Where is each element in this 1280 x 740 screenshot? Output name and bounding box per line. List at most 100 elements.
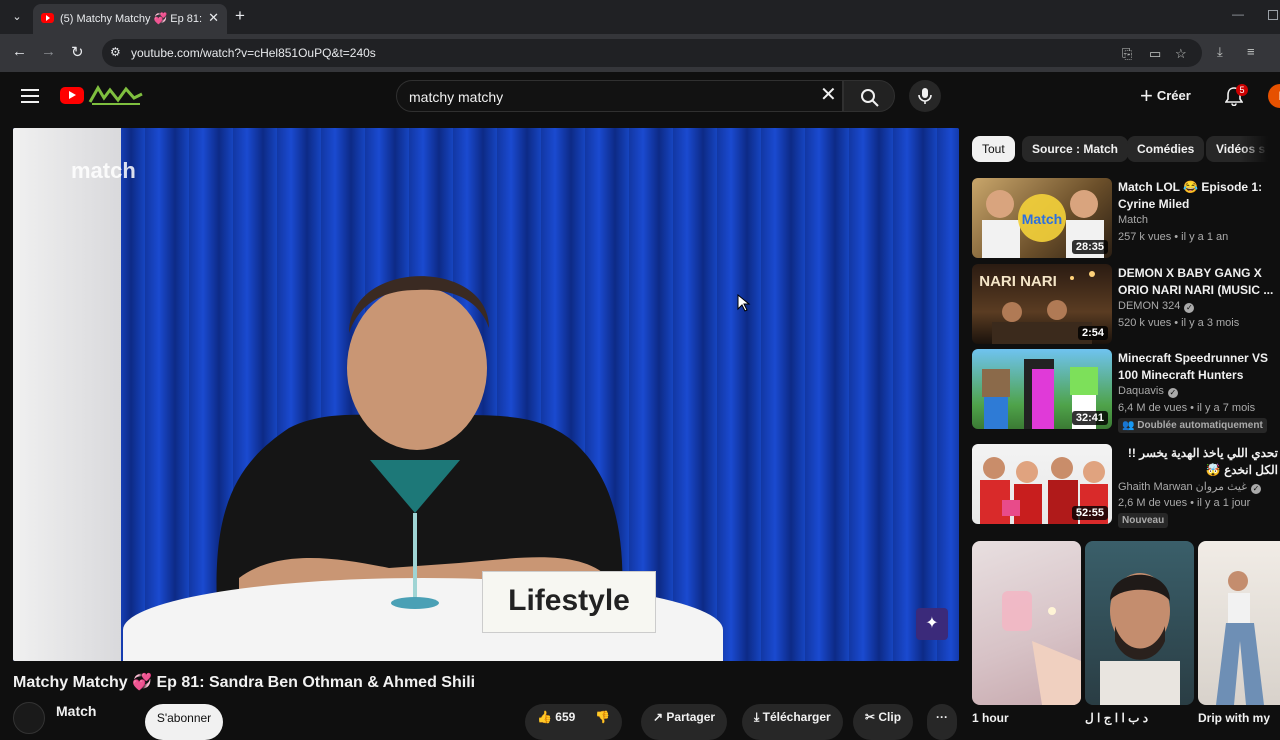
- youtube-favicon-icon: [41, 13, 54, 23]
- search-icon: [861, 89, 879, 107]
- recommendation-meta: 257 k vues • il y a 1 an: [1118, 231, 1229, 243]
- search-button[interactable]: [843, 80, 895, 112]
- reading-list-icon[interactable]: ≡: [1247, 44, 1255, 59]
- video-player[interactable]: match Lifestyle ✦: [13, 128, 959, 661]
- short-thumbnail[interactable]: [1085, 541, 1194, 705]
- plus-icon: +: [1140, 83, 1153, 108]
- short-thumbnail[interactable]: [972, 541, 1081, 705]
- clear-search-icon[interactable]: ✕: [820, 83, 837, 107]
- forward-arrow-icon[interactable]: →: [41, 43, 56, 60]
- back-arrow-icon[interactable]: ←: [12, 43, 27, 60]
- chips-scroll-fade: [1240, 130, 1280, 168]
- channel-label: DEMON 324: [1118, 300, 1181, 312]
- download-label: Télécharger: [762, 710, 831, 724]
- short-artwork: [1002, 591, 1081, 705]
- subscribe-button[interactable]: S'abonner: [145, 704, 223, 740]
- url-text[interactable]: youtube.com/watch?v=cHel851OuPQ&t=240s: [131, 46, 376, 60]
- video-thumbnail[interactable]: Match 28:35: [972, 178, 1112, 258]
- create-button[interactable]: + Créer: [1140, 83, 1191, 109]
- short-artwork: [1216, 571, 1264, 705]
- share-button[interactable]: ↗ Partager: [641, 704, 728, 740]
- channel-avatar[interactable]: [13, 702, 45, 734]
- like-button[interactable]: 👍 659 👎: [525, 704, 623, 740]
- recommendation-title[interactable]: Minecraft Speedrunner VS 100 Minecraft H…: [1118, 350, 1280, 384]
- badge-label: Doublée automatiquement: [1137, 420, 1263, 431]
- browser-tab[interactable]: (5) Matchy Matchy 💞 Ep 81: S ✕: [33, 4, 227, 34]
- video-title: Matchy Matchy 💞 Ep 81: Sandra Ben Othman…: [13, 674, 476, 691]
- reload-icon[interactable]: ↻: [71, 43, 84, 61]
- minimize-window-icon[interactable]: —: [1232, 7, 1244, 21]
- download-icon[interactable]: ⤓: [1217, 44, 1223, 60]
- tab-close-icon[interactable]: ✕: [208, 10, 219, 26]
- download-button[interactable]: ⤓ Télécharger: [742, 704, 843, 740]
- short-title[interactable]: 1 hour: [972, 711, 1009, 725]
- youtube-logo-icon[interactable]: [60, 87, 84, 104]
- hamburger-menu-icon[interactable]: [21, 89, 39, 103]
- recommendation-channel[interactable]: Daquavis ✓: [1118, 385, 1178, 398]
- recommendation-item[interactable]: 32:41 Minecraft Speedrunner VS 100 Minec…: [972, 349, 1280, 433]
- recommendation-title[interactable]: DEMON X BABY GANG X ORIO NARI NARI (MUSI…: [1118, 265, 1280, 299]
- recommendation-title[interactable]: تحدي اللي ياخذ الهدية يخسر !! الكل انخدع…: [1118, 445, 1278, 479]
- recommendation-meta: 2,6 M de vues • il y a 1 jour: [1118, 497, 1251, 509]
- video-duration: 32:41: [1071, 411, 1108, 425]
- video-thumbnail[interactable]: NARI NARI 2:54: [972, 264, 1112, 344]
- youtube-doodle-logo[interactable]: [88, 84, 144, 106]
- short-title[interactable]: د ب ا ا ج ا ل: [1085, 711, 1194, 725]
- recommendation-meta: 6,4 M de vues • il y a 7 mois: [1118, 402, 1256, 414]
- recommendation-meta: 520 k vues • il y a 3 mois: [1118, 317, 1240, 329]
- auto-dubbed-badge: 👥 Doublée automatiquement: [1118, 418, 1267, 433]
- channel-watermark: match: [71, 158, 136, 183]
- notification-count-badge: 5: [1236, 84, 1248, 96]
- handshake-logo-icon: ✦: [916, 608, 948, 640]
- tab-title: (5) Matchy Matchy 💞 Ep 81: S: [60, 13, 202, 25]
- clip-button[interactable]: ✂ Clip: [853, 704, 914, 740]
- verified-check-icon: ✓: [1184, 303, 1195, 313]
- recommendation-channel[interactable]: Match: [1118, 214, 1148, 226]
- address-bar[interactable]: ⚙ youtube.com/watch?v=cHel851OuPQ&t=240s…: [102, 39, 1202, 67]
- short-artwork: [1100, 573, 1180, 705]
- share-label: Partager: [666, 710, 716, 724]
- nameplate-sign: Lifestyle: [482, 571, 656, 633]
- chip-all[interactable]: Tout: [972, 136, 1015, 162]
- recommendation-title[interactable]: Match LOL 😂 Episode 1: Cyrine Miled: [1118, 179, 1280, 213]
- short-thumbnail[interactable]: [1198, 541, 1280, 705]
- recommendation-item[interactable]: 52:55 تحدي اللي ياخذ الهدية يخسر !! الكل…: [972, 444, 1280, 528]
- new-tab-button[interactable]: +: [235, 6, 245, 26]
- chip-source-match[interactable]: Source : Match: [1022, 136, 1129, 162]
- site-info-icon[interactable]: ⚙: [110, 45, 121, 59]
- create-label: Créer: [1156, 88, 1191, 103]
- like-count: 659: [555, 710, 576, 724]
- chip-comedies[interactable]: Comédies: [1127, 136, 1205, 162]
- new-badge: Nouveau: [1118, 513, 1169, 528]
- channel-name[interactable]: Match: [56, 703, 96, 719]
- voice-search-button[interactable]: [909, 80, 941, 112]
- more-actions-button[interactable]: ···: [927, 704, 957, 740]
- svg-text:Match: Match: [1022, 211, 1062, 227]
- bookmark-star-icon[interactable]: ☆: [1175, 46, 1187, 62]
- cast-icon[interactable]: ▭: [1149, 46, 1161, 62]
- video-duration: 2:54: [1077, 326, 1108, 340]
- svg-text:NARI NARI: NARI NARI: [979, 273, 1057, 290]
- recommendation-item[interactable]: Match 28:35 Match LOL 😂 Episode 1: Cyrin…: [972, 178, 1280, 258]
- mouse-cursor-icon: [737, 294, 751, 312]
- search-input[interactable]: [409, 87, 809, 107]
- share-icon: ↗: [653, 710, 667, 724]
- verified-check-icon: ✓: [1251, 484, 1261, 494]
- maximize-window-icon[interactable]: [1268, 10, 1278, 20]
- microphone-icon: [918, 88, 932, 104]
- search-box[interactable]: [396, 80, 843, 112]
- verified-check-icon: ✓: [1167, 388, 1178, 398]
- video-thumbnail[interactable]: 52:55: [972, 444, 1112, 524]
- translate-icon[interactable]: ⎘: [1122, 46, 1132, 62]
- scissors-icon: ✂: [865, 710, 879, 724]
- recommendation-channel[interactable]: DEMON 324 ✓: [1118, 300, 1195, 313]
- video-frame-glass: [370, 460, 460, 609]
- video-thumbnail[interactable]: 32:41: [972, 349, 1112, 429]
- thumbs-down-icon[interactable]: 👎: [595, 710, 610, 724]
- video-duration: 28:35: [1071, 240, 1108, 254]
- short-title[interactable]: Drip with my: [1198, 711, 1270, 725]
- recommendation-item[interactable]: NARI NARI 2:54 DEMON X BABY GANG X ORIO …: [972, 264, 1280, 344]
- dubbing-icon: 👥: [1122, 420, 1138, 431]
- recommendation-channel[interactable]: Ghaith Marwan غيث مروان ✓: [1118, 480, 1261, 494]
- tab-search-button[interactable]: ⌄: [6, 7, 28, 27]
